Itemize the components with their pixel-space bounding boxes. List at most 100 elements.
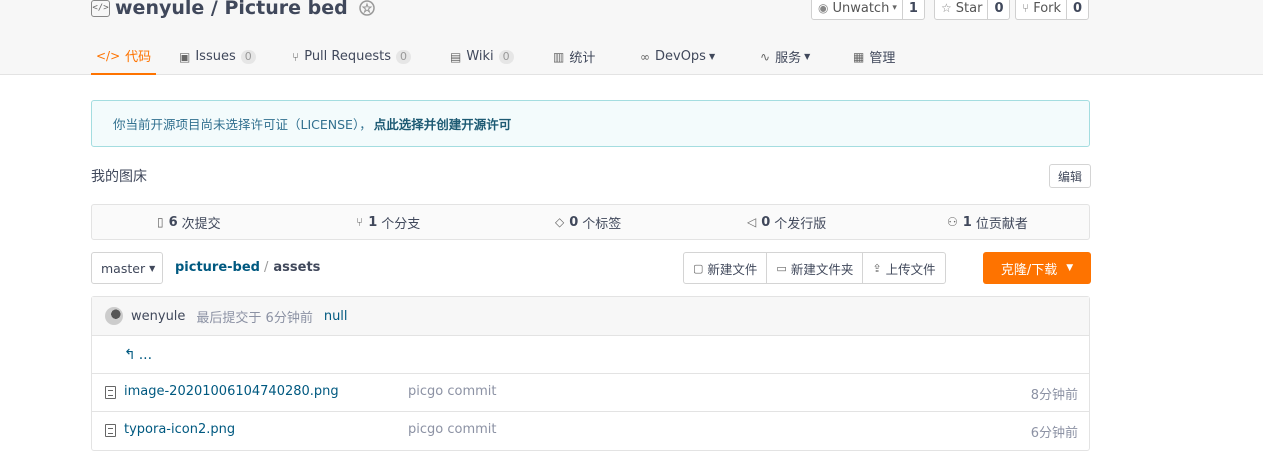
- commit-message[interactable]: null: [324, 309, 348, 324]
- tag-icon: ◇: [555, 215, 565, 229]
- breadcrumb-current: assets: [273, 260, 321, 275]
- tab-pull-requests[interactable]: ⑂ Pull Requests 0: [292, 38, 411, 75]
- unwatch-button[interactable]: ◉ Unwatch ▾ 1: [811, 0, 925, 20]
- breadcrumb-separator: /: [264, 260, 269, 275]
- wiki-icon: ▤: [450, 49, 462, 64]
- stat-count: 0: [569, 214, 579, 230]
- edit-description-button[interactable]: 编辑: [1049, 164, 1091, 188]
- tab-label: 服务: [775, 51, 802, 66]
- repo-header: </> wenyule / Picture bed ◉ Unwatch ▾ 1 ☆ S…: [0, 0, 1263, 75]
- commit-author[interactable]: wenyule: [131, 309, 185, 324]
- repo-title-bar: </> wenyule / Picture bed: [91, 0, 376, 20]
- tab-issues[interactable]: ▣ Issues 0: [179, 38, 256, 75]
- stat-count: 6: [168, 214, 178, 230]
- recommend-badge-icon[interactable]: [358, 0, 376, 17]
- file-commit-message[interactable]: picgo commit: [408, 422, 497, 437]
- upload-file-button[interactable]: ⇪ 上传文件: [863, 253, 944, 283]
- table-row: typora-icon2.png picgo commit 6分钟前: [92, 412, 1089, 450]
- stat-count: 0: [761, 214, 771, 230]
- code-icon: </>: [96, 48, 121, 63]
- file-name-link[interactable]: typora-icon2.png: [124, 422, 235, 437]
- avatar[interactable]: [105, 307, 123, 325]
- choose-license-link[interactable]: 点此选择并创建开源许可: [374, 114, 512, 133]
- action-label: 新建文件: [707, 261, 758, 277]
- tab-label: Issues: [195, 49, 236, 64]
- back-arrow-icon: ↰: [124, 346, 136, 363]
- repo-title[interactable]: wenyule / Picture bed: [115, 0, 348, 19]
- upload-icon: ⇪: [872, 261, 882, 275]
- stat-count: 1: [368, 214, 378, 230]
- wiki-count: 0: [498, 49, 514, 64]
- commit-icon: ▯: [157, 215, 164, 229]
- star-icon: ☆: [941, 1, 952, 15]
- branch-name: master: [101, 260, 146, 276]
- fork-count[interactable]: 0: [1066, 0, 1088, 19]
- breadcrumb-repo-link[interactable]: picture-bed: [175, 260, 260, 275]
- tab-label: 管理: [869, 51, 896, 66]
- chevron-down-icon: ▼: [149, 263, 156, 273]
- fork-button[interactable]: ⑂ Fork 0: [1015, 0, 1090, 20]
- unwatch-label: Unwatch: [832, 0, 890, 16]
- stat-releases[interactable]: ◁ 0 个发行版: [747, 205, 826, 239]
- table-row: image-20201006104740280.png picgo commit…: [92, 374, 1089, 412]
- tab-stats[interactable]: ▥ 统计: [553, 38, 595, 75]
- stat-label: 个分支: [381, 216, 421, 232]
- clone-label: 克隆/下载: [1000, 262, 1058, 278]
- chevron-down-icon: ▼: [804, 52, 811, 61]
- pull-requests-count: 0: [396, 49, 411, 64]
- stat-branches[interactable]: ⑂ 1 个分支: [356, 205, 420, 239]
- star-label: Star: [955, 0, 983, 16]
- stat-label: 次提交: [181, 216, 221, 232]
- stat-contributors[interactable]: ⚇ 1 位贡献者: [947, 205, 1028, 239]
- file-commit-time: 8分钟前: [1030, 388, 1078, 403]
- parent-directory-label: ...: [138, 346, 153, 363]
- star-count[interactable]: 0: [987, 0, 1009, 19]
- watch-count[interactable]: 1: [901, 0, 924, 19]
- file-icon: [105, 386, 116, 399]
- release-icon: ◁: [747, 215, 757, 229]
- service-icon: ∿: [760, 49, 771, 64]
- parent-directory-row[interactable]: ↰...: [92, 336, 1089, 374]
- branch-icon: ⑂: [356, 215, 364, 229]
- tab-label: Pull Requests: [304, 49, 391, 64]
- contributors-icon: ⚇: [947, 215, 958, 229]
- issues-icon: ▣: [179, 49, 191, 64]
- stat-commits[interactable]: ▯ 6 次提交: [157, 205, 221, 239]
- notice-text: 你当前开源项目尚未选择许可证（LICENSE），: [113, 117, 372, 132]
- tab-devops[interactable]: ∞ DevOps ▼: [640, 38, 715, 75]
- star-button[interactable]: ☆ Star 0: [934, 0, 1011, 20]
- issues-count: 0: [240, 49, 256, 64]
- stat-label: 个标签: [582, 216, 622, 232]
- stat-tags[interactable]: ◇ 0 个标签: [555, 205, 621, 239]
- tab-label: DevOps: [655, 49, 706, 64]
- tab-wiki[interactable]: ▤ Wiki 0: [450, 38, 514, 75]
- clone-download-button[interactable]: 克隆/下载 ▼: [983, 252, 1091, 284]
- stat-count: 1: [962, 214, 972, 230]
- new-folder-button[interactable]: ▭ 新建文件夹: [767, 253, 864, 283]
- chevron-down-icon: ▾: [892, 3, 897, 13]
- manage-icon: ▦: [853, 49, 865, 64]
- tab-label: Wiki: [466, 49, 494, 64]
- file-name-link[interactable]: image-20201006104740280.png: [124, 384, 339, 399]
- file-commit-message[interactable]: picgo commit: [408, 384, 497, 399]
- tab-code[interactable]: </> 代码: [91, 38, 157, 75]
- tab-label: 统计: [569, 51, 596, 66]
- code-repo-icon: </>: [91, 0, 110, 17]
- eye-icon: ◉: [818, 1, 829, 15]
- stats-icon: ▥: [553, 49, 565, 64]
- repo-stats-bar: ▯ 6 次提交 ⑂ 1 个分支 ◇ 0 个标签 ◁ 0 个发行版 ⚇ 1 位贡献者: [91, 204, 1090, 240]
- stat-label: 个发行版: [774, 216, 827, 232]
- new-file-button[interactable]: ▢ 新建文件: [684, 253, 768, 283]
- chevron-down-icon: ▼: [1066, 263, 1074, 273]
- commit-meta: 最后提交于 6分钟前: [196, 310, 313, 326]
- file-icon: [105, 424, 116, 437]
- breadcrumb: picture-bed / assets: [175, 260, 320, 275]
- file-commit-time: 6分钟前: [1030, 426, 1078, 441]
- file-table: wenyule 最后提交于 6分钟前 null ↰... image-20201…: [91, 296, 1090, 451]
- new-file-icon: ▢: [693, 261, 704, 275]
- license-notice: 你当前开源项目尚未选择许可证（LICENSE）， 点此选择并创建开源许可: [91, 100, 1090, 147]
- branch-select[interactable]: master ▼: [91, 252, 163, 284]
- tab-manage[interactable]: ▦ 管理: [853, 38, 895, 75]
- action-label: 上传文件: [885, 261, 936, 277]
- tab-service[interactable]: ∿ 服务 ▼: [760, 38, 810, 75]
